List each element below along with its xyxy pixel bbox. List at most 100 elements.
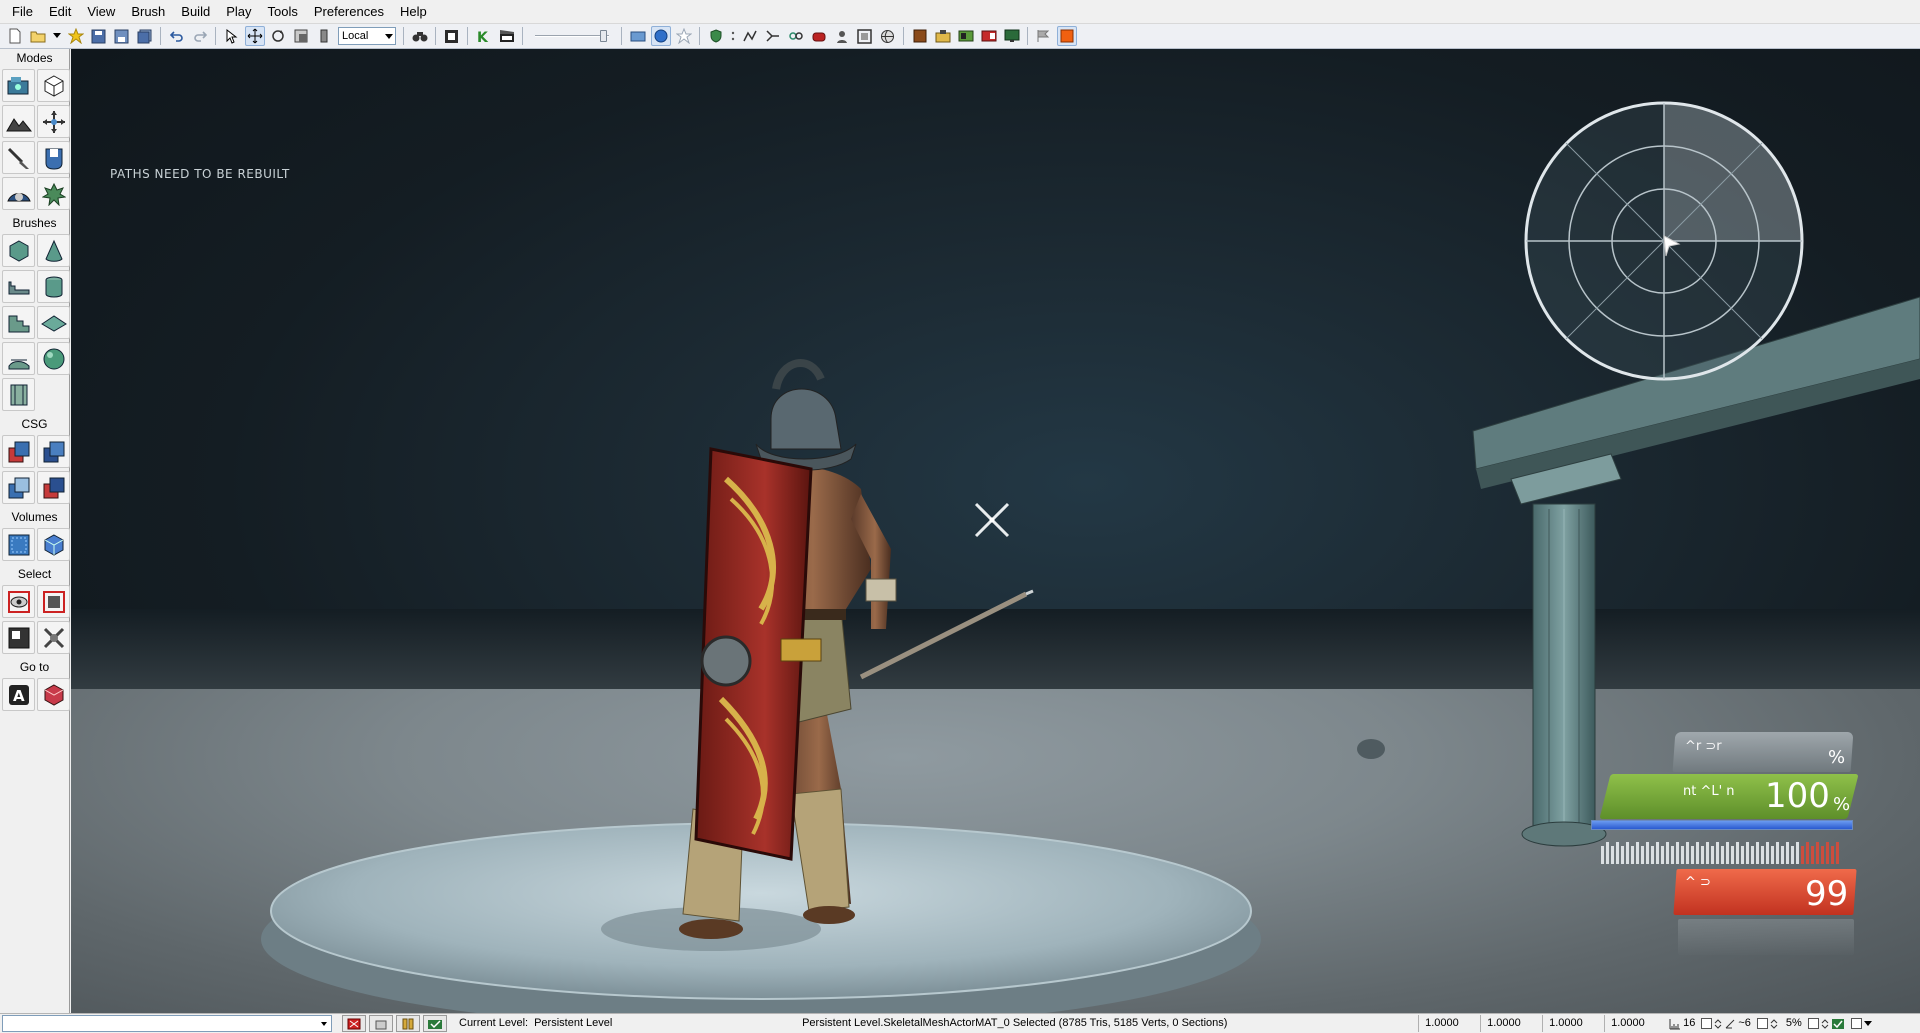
level-lock-button[interactable] <box>369 1015 393 1032</box>
save-as-button[interactable] <box>112 26 132 46</box>
undo-button[interactable] <box>167 26 187 46</box>
hide-selected-button[interactable] <box>37 585 70 618</box>
goto-builder-brush-button[interactable] <box>37 678 70 711</box>
rotation-snap-control[interactable]: ~6 <box>1698 1015 1754 1032</box>
mesh-paint-button[interactable] <box>37 141 70 174</box>
csg-intersect-icon <box>8 477 29 498</box>
play-in-editor-button[interactable] <box>809 26 829 46</box>
level-visible-button[interactable] <box>423 1015 447 1032</box>
csg-subtract-button[interactable] <box>37 435 70 468</box>
csg-add-button[interactable] <box>2 435 35 468</box>
build-lighting-button[interactable] <box>650 26 671 46</box>
sheet-brush-button[interactable] <box>37 306 70 339</box>
linear-stair-brush-button[interactable] <box>2 306 35 339</box>
scale-snap-value: 5% <box>1785 1017 1802 1029</box>
invert-selection-button[interactable] <box>2 621 35 654</box>
play-on-pc-button[interactable] <box>832 26 852 46</box>
csg-intersect-button[interactable] <box>2 471 35 504</box>
drag-options-control[interactable] <box>1848 1015 1875 1032</box>
menu-preferences[interactable]: Preferences <box>306 0 392 24</box>
spiral-stair-icon <box>8 359 29 369</box>
rotation-snap-checkbox[interactable] <box>1701 1018 1713 1029</box>
add-volume-button[interactable] <box>2 528 35 561</box>
cook-button[interactable] <box>933 26 953 46</box>
menu-file[interactable]: File <box>4 0 41 24</box>
goto-actor-button[interactable]: A <box>2 678 35 711</box>
vertex-snap-control[interactable] <box>1805 1015 1848 1032</box>
sphere-brush-button[interactable] <box>37 342 70 375</box>
csg-deintersect-button[interactable] <box>37 471 70 504</box>
build-options-button[interactable] <box>729 26 737 46</box>
path-tool-2-button[interactable] <box>763 26 783 46</box>
move-mode-button[interactable] <box>37 105 70 138</box>
console-button[interactable] <box>855 26 875 46</box>
save-all-button[interactable] <box>135 26 155 46</box>
launch-button[interactable] <box>956 26 976 46</box>
scale-snap-control[interactable]: 5% <box>1754 1015 1805 1032</box>
build-geometry-button[interactable] <box>628 26 648 46</box>
content-browser-button[interactable] <box>442 26 462 46</box>
play-flag-icon <box>1037 30 1049 42</box>
redo-button[interactable] <box>190 26 210 46</box>
menu-edit[interactable]: Edit <box>41 0 79 24</box>
monitor-button[interactable] <box>1002 26 1022 46</box>
rotate-mode-button[interactable] <box>268 26 288 46</box>
curved-stair-brush-button[interactable] <box>2 270 35 303</box>
show-all-button[interactable] <box>37 621 70 654</box>
play-from-here-button[interactable] <box>1034 26 1054 46</box>
menu-help[interactable]: Help <box>392 0 435 24</box>
spiral-stair-brush-button[interactable] <box>2 342 35 375</box>
cylinder-brush-button[interactable] <box>37 270 70 303</box>
camera-mode-button[interactable] <box>2 69 35 102</box>
select-mode-button[interactable] <box>222 26 242 46</box>
new-file-button[interactable] <box>5 26 25 46</box>
foliage-mode-button[interactable] <box>37 177 70 210</box>
scale-snap-checkbox[interactable] <box>1756 1018 1768 1029</box>
build-all-button[interactable] <box>706 26 726 46</box>
realtime-preview-button[interactable] <box>878 26 898 46</box>
camera-speed-slider[interactable] <box>533 27 611 45</box>
console-command-combo[interactable] <box>2 1015 332 1032</box>
menu-brush[interactable]: Brush <box>123 0 173 24</box>
show-selected-button[interactable] <box>2 585 35 618</box>
unreal-frontend-button[interactable] <box>910 26 930 46</box>
kismet-button[interactable]: K <box>474 26 494 46</box>
volume-type-button[interactable] <box>37 528 70 561</box>
translate-mode-button[interactable] <box>244 26 265 46</box>
menu-build[interactable]: Build <box>173 0 218 24</box>
hud-health-unit: % <box>1833 794 1851 815</box>
coordinate-system-select[interactable]: Local <box>338 27 396 45</box>
scale-mode-button[interactable] <box>291 26 311 46</box>
level-browser-button[interactable] <box>396 1015 420 1032</box>
texture-alignment-button[interactable] <box>2 141 35 174</box>
cover-tool-button[interactable] <box>786 26 806 46</box>
path-tool-button[interactable] <box>740 26 760 46</box>
toolbar-separator <box>621 27 622 45</box>
favorites-button[interactable] <box>66 26 86 46</box>
grid-size-control[interactable]: 16 <box>1666 1015 1698 1032</box>
coverlink-mode-button[interactable] <box>2 177 35 210</box>
recent-files-dropdown[interactable] <box>51 26 63 46</box>
volumetric-brush-button[interactable] <box>2 378 35 411</box>
cube-brush-button[interactable] <box>2 234 35 267</box>
search-actors-button[interactable] <box>410 26 430 46</box>
build-paths-button[interactable] <box>674 26 694 46</box>
drag-options-checkbox[interactable] <box>1850 1018 1862 1029</box>
nonuniform-scale-button[interactable] <box>314 26 334 46</box>
level-error-button[interactable] <box>342 1015 366 1032</box>
menu-tools[interactable]: Tools <box>260 0 306 24</box>
open-file-button[interactable] <box>28 26 48 46</box>
stop-button[interactable] <box>1056 26 1077 46</box>
menu-play[interactable]: Play <box>218 0 259 24</box>
perspective-viewport[interactable]: PATHS NEED TO BE REBUILT ^r ⊃r % nt ^L' … <box>71 49 1920 1013</box>
save-button[interactable] <box>89 26 109 46</box>
open-folder-icon <box>30 31 45 43</box>
vertex-snap-checkbox[interactable] <box>1807 1018 1819 1029</box>
ammo-tick <box>1726 842 1729 864</box>
cone-brush-button[interactable] <box>37 234 70 267</box>
terrain-mode-button[interactable] <box>2 105 35 138</box>
record-button[interactable] <box>979 26 999 46</box>
geometry-mode-button[interactable] <box>37 69 70 102</box>
matinee-button[interactable] <box>497 26 517 46</box>
menu-view[interactable]: View <box>79 0 123 24</box>
